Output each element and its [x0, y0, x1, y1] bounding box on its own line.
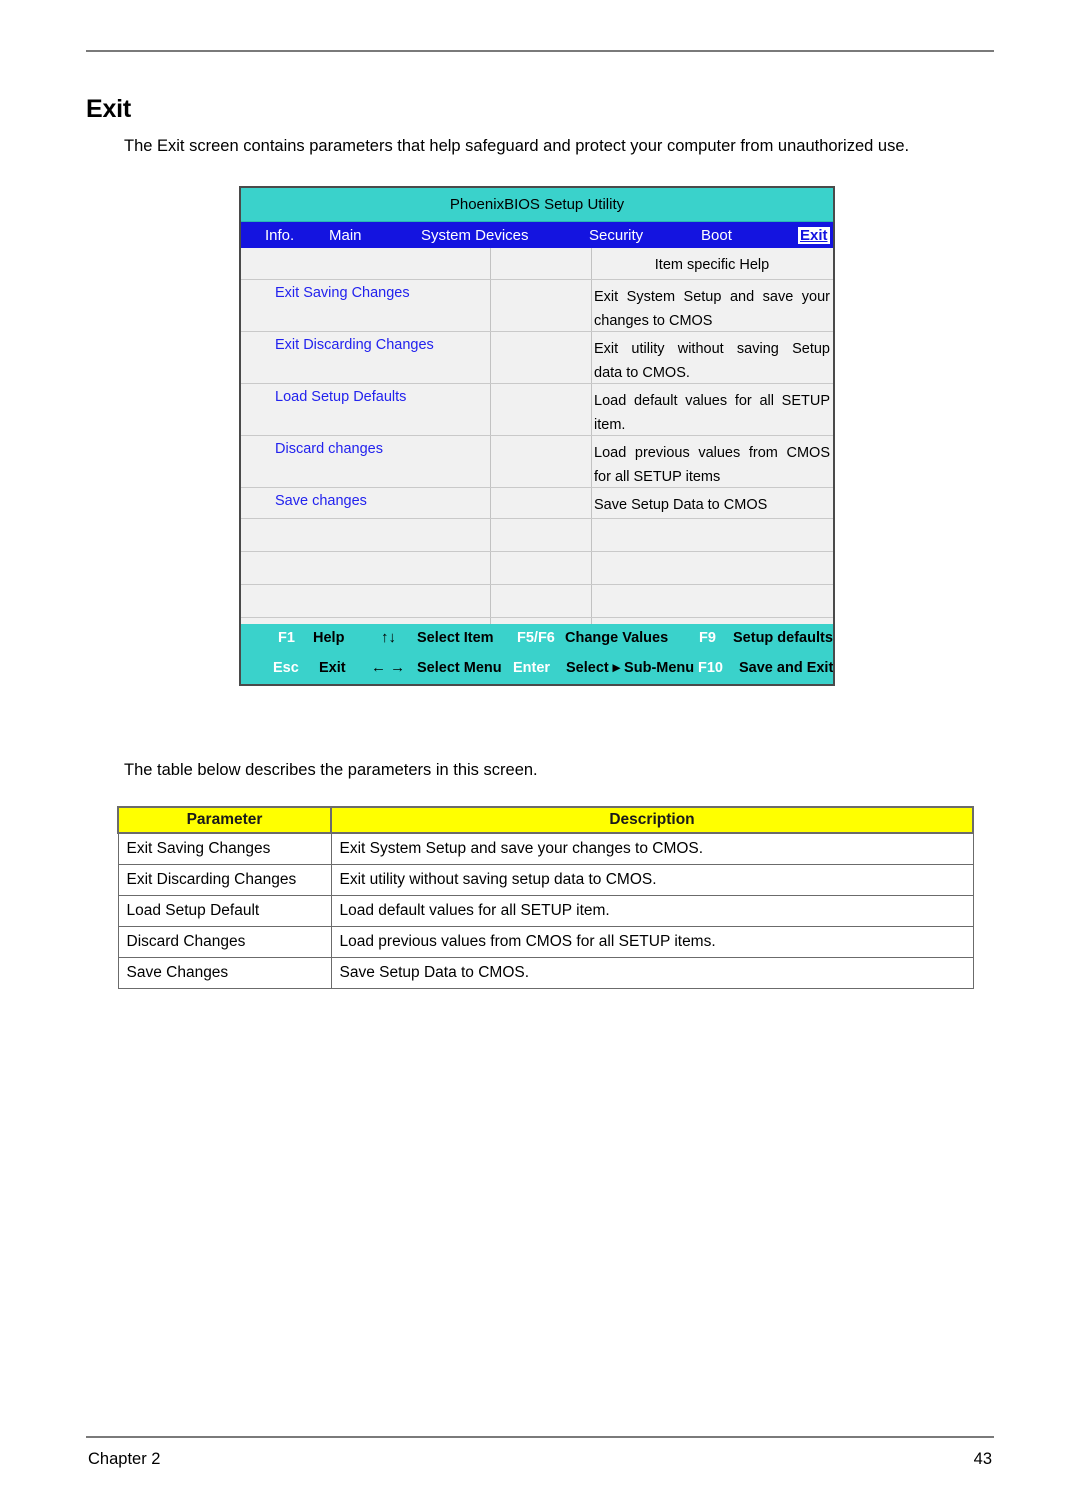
bios-title-text: PhoenixBIOS Setup Utility — [449, 196, 625, 213]
bios-item-help-text: Load default values for all SETUP item. — [594, 393, 830, 433]
legend-action-label: Help — [313, 630, 345, 646]
intro-paragraph: The Exit screen contains parameters that… — [124, 136, 910, 155]
legend-action-label: Select Item — [417, 630, 494, 646]
legend-action-label: Save and Exit — [739, 660, 834, 676]
legend-row-1: F1 Help ↑↓ Select Item F5/F6 Change Values F9 S… — [241, 624, 833, 654]
bios-content-grid: Item specific Help Exit Saving Changes Exi… — [241, 248, 833, 651]
bios-legend-bar: F1 Help ↑↓ Select Item F5/F6 Change Values F9 S… — [241, 624, 833, 684]
bios-tab-system-devices[interactable]: System Devices — [421, 227, 529, 244]
legend-action-label: Setup defaults — [733, 630, 833, 646]
bios-tab-exit[interactable]: Exit — [798, 226, 830, 244]
cell-description: Load default values for all SETUP item. — [330, 895, 974, 927]
bios-empty-row — [241, 519, 833, 552]
bios-help-header-row: Item specific Help — [241, 248, 833, 280]
legend-arrow-icon: ↑↓ — [381, 629, 396, 646]
legend-action-label: Change Values — [565, 630, 669, 646]
cell-parameter: Discard Changes — [117, 926, 332, 958]
bios-title-bar: PhoenixBIOS Setup Utility — [241, 188, 833, 222]
bios-empty-row — [241, 552, 833, 585]
table-row: Load Setup Default Load default values fo… — [117, 895, 974, 927]
bios-menu-item-row[interactable]: Exit Discarding Changes Exit utility with… — [241, 332, 833, 384]
bios-tab-info[interactable]: Info. — [265, 227, 294, 244]
table-row: Exit Saving Changes Exit System Setup and… — [117, 832, 974, 865]
bios-tab-main[interactable]: Main — [329, 227, 362, 244]
parameter-description-table: Parameter Description Exit Saving Change… — [117, 806, 974, 989]
legend-action-label: Select Menu — [417, 660, 502, 676]
bios-item-help-text: Exit System Setup and save your changes t… — [594, 289, 830, 329]
table-header-row: Parameter Description — [117, 806, 974, 834]
legend-action-label: Select ▸ Sub-Menu — [566, 660, 695, 676]
legend-key: Esc — [273, 660, 299, 676]
bios-menu-item-row[interactable]: Discard changes Load previous values from… — [241, 436, 833, 488]
cell-parameter: Exit Saving Changes — [117, 832, 332, 865]
bios-empty-row — [241, 585, 833, 618]
legend-key: F1 — [278, 630, 295, 646]
cell-parameter: Save Changes — [117, 957, 332, 989]
legend-action-label: Exit — [319, 660, 346, 676]
bios-menu-item-row[interactable]: Save changes Save Setup Data to CMOS — [241, 488, 833, 519]
column-header-parameter: Parameter — [117, 806, 332, 834]
bios-item-label[interactable]: Exit Discarding Changes — [275, 337, 487, 353]
bios-menu-item-row[interactable]: Load Setup Defaults Load default values f… — [241, 384, 833, 436]
table-row: Exit Discarding Changes Exit utility with… — [117, 864, 974, 896]
footer-chapter: Chapter 2 — [88, 1450, 161, 1468]
cell-description: Exit System Setup and save your changes … — [330, 832, 974, 865]
cell-description: Exit utility without saving setup data t… — [330, 864, 974, 896]
header-rule — [86, 50, 994, 52]
bios-help-header-label: Item specific Help — [654, 257, 770, 273]
cell-parameter: Exit Discarding Changes — [117, 864, 332, 896]
legend-key: F9 — [699, 630, 716, 646]
legend-key: F5/F6 — [517, 630, 555, 646]
legend-key: Enter — [513, 660, 551, 676]
cell-description: Save Setup Data to CMOS. — [330, 957, 974, 989]
table-row: Save Changes Save Setup Data to CMOS. — [117, 957, 974, 989]
bios-tab-boot[interactable]: Boot — [701, 227, 732, 244]
footer-rule — [86, 1436, 994, 1438]
bios-item-help-text: Load previous values from CMOS for all SE… — [594, 445, 830, 485]
page-title: Exit — [86, 94, 132, 123]
bios-item-label[interactable]: Exit Saving Changes — [275, 285, 487, 301]
bios-item-label[interactable]: Discard changes — [275, 441, 487, 457]
footer-page-number: 43 — [973, 1450, 992, 1468]
bios-item-help-text: Exit utility without saving Setup data to… — [594, 341, 830, 381]
legend-arrow-icon: ← → — [371, 659, 406, 676]
bios-menu-bar[interactable]: Info. Main System Devices Security Boot Exit — [241, 222, 833, 248]
bios-item-label[interactable]: Save changes — [275, 493, 487, 509]
bios-setup-screenshot: PhoenixBIOS Setup Utility Info. Main Syste… — [239, 186, 835, 686]
column-header-description: Description — [330, 806, 974, 834]
bios-item-help-text: Save Setup Data to CMOS — [594, 497, 768, 513]
legend-row-2: Esc Exit ← → Select Menu Enter Select ▸ Sub-M… — [241, 654, 833, 684]
document-page: Exit The Exit screen contains parameters… — [0, 0, 1080, 1512]
legend-key: F10 — [698, 660, 723, 676]
bios-tab-security[interactable]: Security — [589, 227, 643, 244]
bios-item-label[interactable]: Load Setup Defaults — [275, 389, 487, 405]
bios-menu-item-row[interactable]: Exit Saving Changes Exit System Setup and… — [241, 280, 833, 332]
table-intro-paragraph: The table below describes the parameters… — [124, 760, 538, 779]
cell-parameter: Load Setup Default — [117, 895, 332, 927]
cell-description: Load previous values from CMOS for all S… — [330, 926, 974, 958]
table-row: Discard Changes Load previous values from… — [117, 926, 974, 958]
